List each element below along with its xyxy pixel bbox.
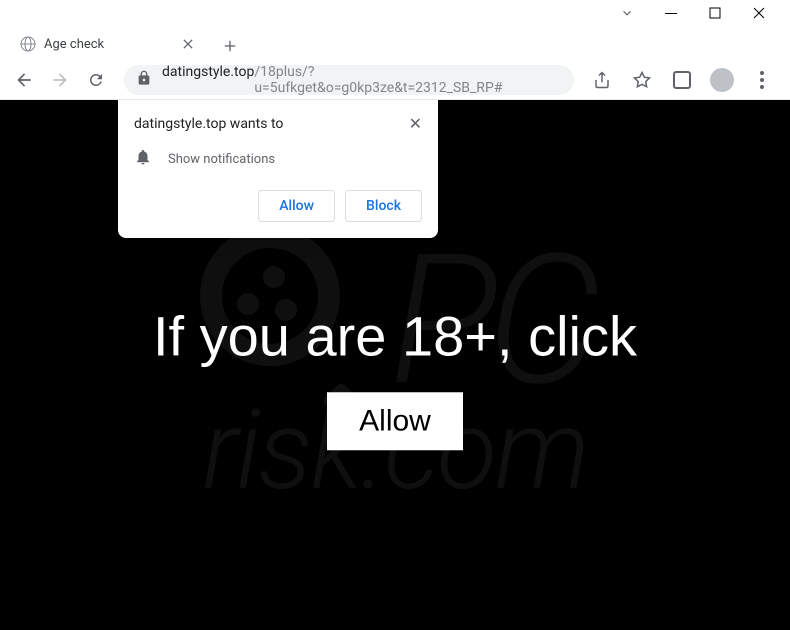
profile-avatar[interactable] — [706, 64, 738, 96]
new-tab-button[interactable] — [216, 32, 244, 60]
tab-active[interactable]: Age check — [8, 28, 208, 60]
minimize-icon[interactable] — [664, 5, 678, 24]
allow-button[interactable]: Allow — [258, 190, 335, 222]
maximize-icon[interactable] — [708, 5, 722, 24]
lock-icon — [136, 70, 152, 90]
age-prompt-text: If you are 18+, click — [0, 303, 790, 368]
url-domain: datingstyle.top — [162, 64, 254, 96]
page-content-area: PC risk.com datingstyle.top wants to ✕ S… — [0, 100, 790, 630]
tab-title: Age check — [44, 37, 104, 52]
bookmark-star-icon[interactable] — [626, 64, 658, 96]
extensions-icon[interactable] — [666, 64, 698, 96]
toolbar: datingstyle.top/18plus/?u=5ufkget&o=g0kp… — [0, 60, 790, 100]
notification-permission-dialog: datingstyle.top wants to ✕ Show notifica… — [118, 100, 438, 238]
forward-button[interactable] — [44, 64, 76, 96]
bell-icon — [134, 148, 152, 170]
back-button[interactable] — [8, 64, 40, 96]
block-button[interactable]: Block — [345, 190, 422, 222]
permission-text: Show notifications — [168, 152, 275, 167]
permission-title: datingstyle.top wants to — [134, 116, 283, 132]
share-icon[interactable] — [586, 64, 618, 96]
page-allow-button[interactable]: Allow — [327, 392, 463, 450]
globe-icon — [20, 36, 36, 52]
menu-button[interactable] — [746, 64, 778, 96]
dropdown-caret-icon[interactable] — [620, 5, 634, 24]
permission-close-icon[interactable]: ✕ — [409, 116, 422, 132]
url-path: /18plus/?u=5ufkget&o=g0kp3ze&t=2312_SB_R… — [254, 64, 562, 96]
address-bar[interactable]: datingstyle.top/18plus/?u=5ufkget&o=g0kp… — [124, 65, 574, 95]
close-window-icon[interactable] — [752, 5, 766, 24]
reload-button[interactable] — [80, 64, 112, 96]
tab-close-icon[interactable] — [180, 36, 196, 52]
tab-strip: Age check — [0, 24, 790, 60]
